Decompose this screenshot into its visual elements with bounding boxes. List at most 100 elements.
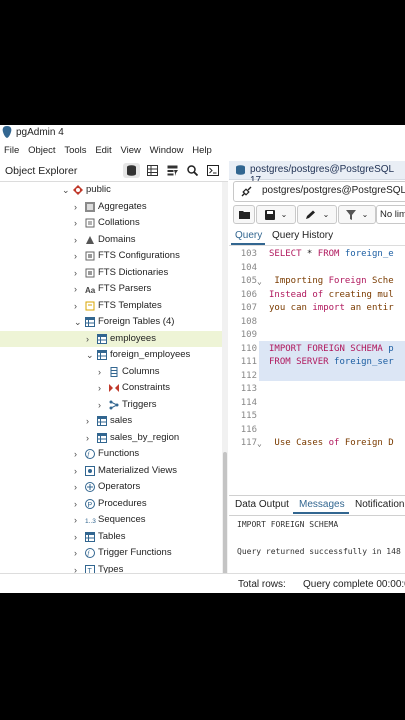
menu-window[interactable]: Window — [150, 143, 184, 159]
chevron-down-icon[interactable]: ⌄ — [74, 314, 82, 330]
chevron-right-icon[interactable]: › — [74, 512, 77, 528]
tree-scrollbar-thumb[interactable] — [223, 452, 227, 592]
tab-notifications[interactable]: Notification — [355, 499, 404, 510]
chevron-right-icon[interactable]: › — [98, 380, 101, 396]
connection-status-icon — [241, 186, 252, 197]
svg-text:Aa: Aa — [85, 286, 96, 294]
tree-item-label: sales_by_region — [110, 431, 180, 443]
code-token: IMPORT FOREIGN SCHEMA — [269, 343, 383, 354]
tree-item-foreign-tables-4[interactable]: ⌄ Foreign Tables (4) — [0, 314, 222, 330]
line-number: 111 — [240, 357, 257, 367]
tree-scrollbar[interactable] — [222, 182, 228, 593]
tree-item-columns[interactable]: › Columns — [0, 364, 222, 380]
tree-item-aggregates[interactable]: › Aggregates — [0, 199, 222, 215]
row-limit-select[interactable]: No lim — [376, 205, 405, 224]
fold-chevron-icon[interactable]: ⌄ — [257, 437, 262, 451]
tree-item-sales-by-region[interactable]: › sales_by_region — [0, 430, 222, 446]
chevron-down-icon[interactable]: ⌄ — [86, 347, 94, 363]
procedure-icon: P — [85, 498, 95, 509]
tree-item-functions[interactable]: › f Functions — [0, 446, 222, 462]
code-token: Instead — [269, 289, 313, 300]
tree-item-foreign-employees[interactable]: ⌄ foreign_employees — [0, 347, 222, 363]
tree-item-tables[interactable]: › Tables — [0, 529, 222, 545]
menu-tools[interactable]: Tools — [64, 143, 86, 159]
menu-file[interactable]: File — [4, 143, 19, 159]
tree-item-collations[interactable]: › Collations — [0, 215, 222, 231]
chevron-right-icon[interactable]: › — [74, 446, 77, 462]
code-line: FROM SERVER foreign_ser — [269, 356, 394, 370]
function-icon: f — [85, 449, 95, 459]
table-filter-icon — [167, 165, 178, 176]
tree-item-procedures[interactable]: › P Procedures — [0, 496, 222, 512]
function-icon: f — [85, 548, 95, 558]
line-number: 108 — [240, 316, 257, 327]
chevron-right-icon[interactable]: › — [74, 545, 77, 561]
query-tool-button[interactable] — [123, 163, 140, 178]
code-token: of — [328, 438, 340, 448]
search-button[interactable] — [184, 163, 201, 178]
menu-edit[interactable]: Edit — [95, 143, 111, 159]
total-rows-label: Total rows: — [238, 579, 286, 590]
query-tool-tab-icon — [236, 165, 245, 175]
tree-item-trigger-functions[interactable]: › f Trigger Functions — [0, 545, 222, 561]
tree-item-sales[interactable]: › sales — [0, 413, 222, 429]
tree-item-label: FTS Configurations — [98, 250, 180, 261]
filtered-rows-button[interactable] — [164, 163, 181, 178]
psql-tool-button[interactable] — [204, 163, 221, 178]
chevron-right-icon[interactable]: › — [74, 529, 77, 545]
tab-messages[interactable]: Messages — [299, 499, 345, 510]
tree-item-public[interactable]: ⌄ public — [0, 182, 222, 198]
view-data-button[interactable] — [144, 163, 161, 178]
chevron-right-icon[interactable]: › — [74, 265, 77, 281]
tree-item-fts-dictionaries[interactable]: › FTS Dictionaries — [0, 265, 222, 281]
save-file-button[interactable]: ⌄ — [256, 205, 296, 224]
query-tool-tab[interactable]: postgres/postgres@PostgreSQL 17 — [229, 161, 405, 186]
chevron-right-icon[interactable]: › — [74, 248, 77, 264]
tree-item-constraints[interactable]: › Constraints — [0, 380, 222, 396]
code-token: foreign_ser — [328, 357, 394, 367]
chevron-right-icon[interactable]: › — [98, 364, 101, 380]
tab-query[interactable]: Query — [235, 230, 262, 241]
tree-item-fts-parsers[interactable]: › Aa FTS Parsers — [0, 281, 222, 297]
code-token: SELECT — [269, 249, 302, 259]
fts-icon — [85, 251, 95, 261]
chevron-right-icon[interactable]: › — [74, 215, 77, 231]
tree-item-employees[interactable]: › employees — [0, 330, 222, 347]
tree-item-fts-configurations[interactable]: › FTS Configurations — [0, 248, 222, 264]
chevron-right-icon[interactable]: › — [86, 430, 89, 446]
code-token: * — [301, 249, 318, 259]
status-bar: Total rows: Query complete 00:00:0 — [0, 573, 405, 593]
operator-icon — [85, 482, 95, 492]
chevron-right-icon[interactable]: › — [74, 199, 77, 215]
sql-editor[interactable]: 103 SELECT * FROM foreign_e 104 105 ⌄ Import… — [229, 246, 405, 494]
fold-chevron-icon[interactable]: ⌄ — [257, 275, 262, 289]
chevron-right-icon[interactable]: › — [74, 232, 77, 248]
line-number: 109 — [240, 330, 257, 340]
chevron-right-icon[interactable]: › — [74, 479, 77, 495]
menu-object[interactable]: Object — [28, 143, 55, 159]
tab-query-history[interactable]: Query History — [272, 230, 333, 241]
code-line: you can import an entir — [269, 302, 394, 316]
open-file-button[interactable] — [233, 205, 255, 224]
tree-item-domains[interactable]: › Domains — [0, 232, 222, 248]
connection-selector[interactable]: postgres/postgres@PostgreSQL — [233, 181, 405, 202]
chevron-right-icon[interactable]: › — [74, 281, 77, 297]
tree-item-operators[interactable]: › Operators — [0, 479, 222, 495]
tab-data-output[interactable]: Data Output — [235, 499, 289, 510]
chevron-right-icon[interactable]: › — [86, 331, 89, 347]
chevron-right-icon[interactable]: › — [74, 298, 77, 314]
chevron-down-icon[interactable]: ⌄ — [62, 182, 70, 198]
tree-item-sequences[interactable]: › 1..3 Sequences — [0, 512, 222, 528]
edit-button[interactable]: ⌄ — [297, 205, 337, 224]
tree-item-materialized-views[interactable]: › Materialized Views — [0, 463, 222, 479]
tree-item-fts-templates[interactable]: › FTS Templates — [0, 298, 222, 314]
chevron-right-icon[interactable]: › — [74, 496, 77, 512]
chevron-right-icon[interactable]: › — [98, 397, 101, 413]
chevron-right-icon[interactable]: › — [86, 413, 89, 429]
tree-item-label: Materialized Views — [98, 464, 178, 476]
filter-button[interactable]: ⌄ — [338, 205, 376, 224]
menu-view[interactable]: View — [120, 143, 140, 159]
chevron-right-icon[interactable]: › — [74, 463, 77, 479]
menu-help[interactable]: Help — [192, 143, 212, 159]
tree-item-triggers[interactable]: › Triggers — [0, 397, 222, 413]
